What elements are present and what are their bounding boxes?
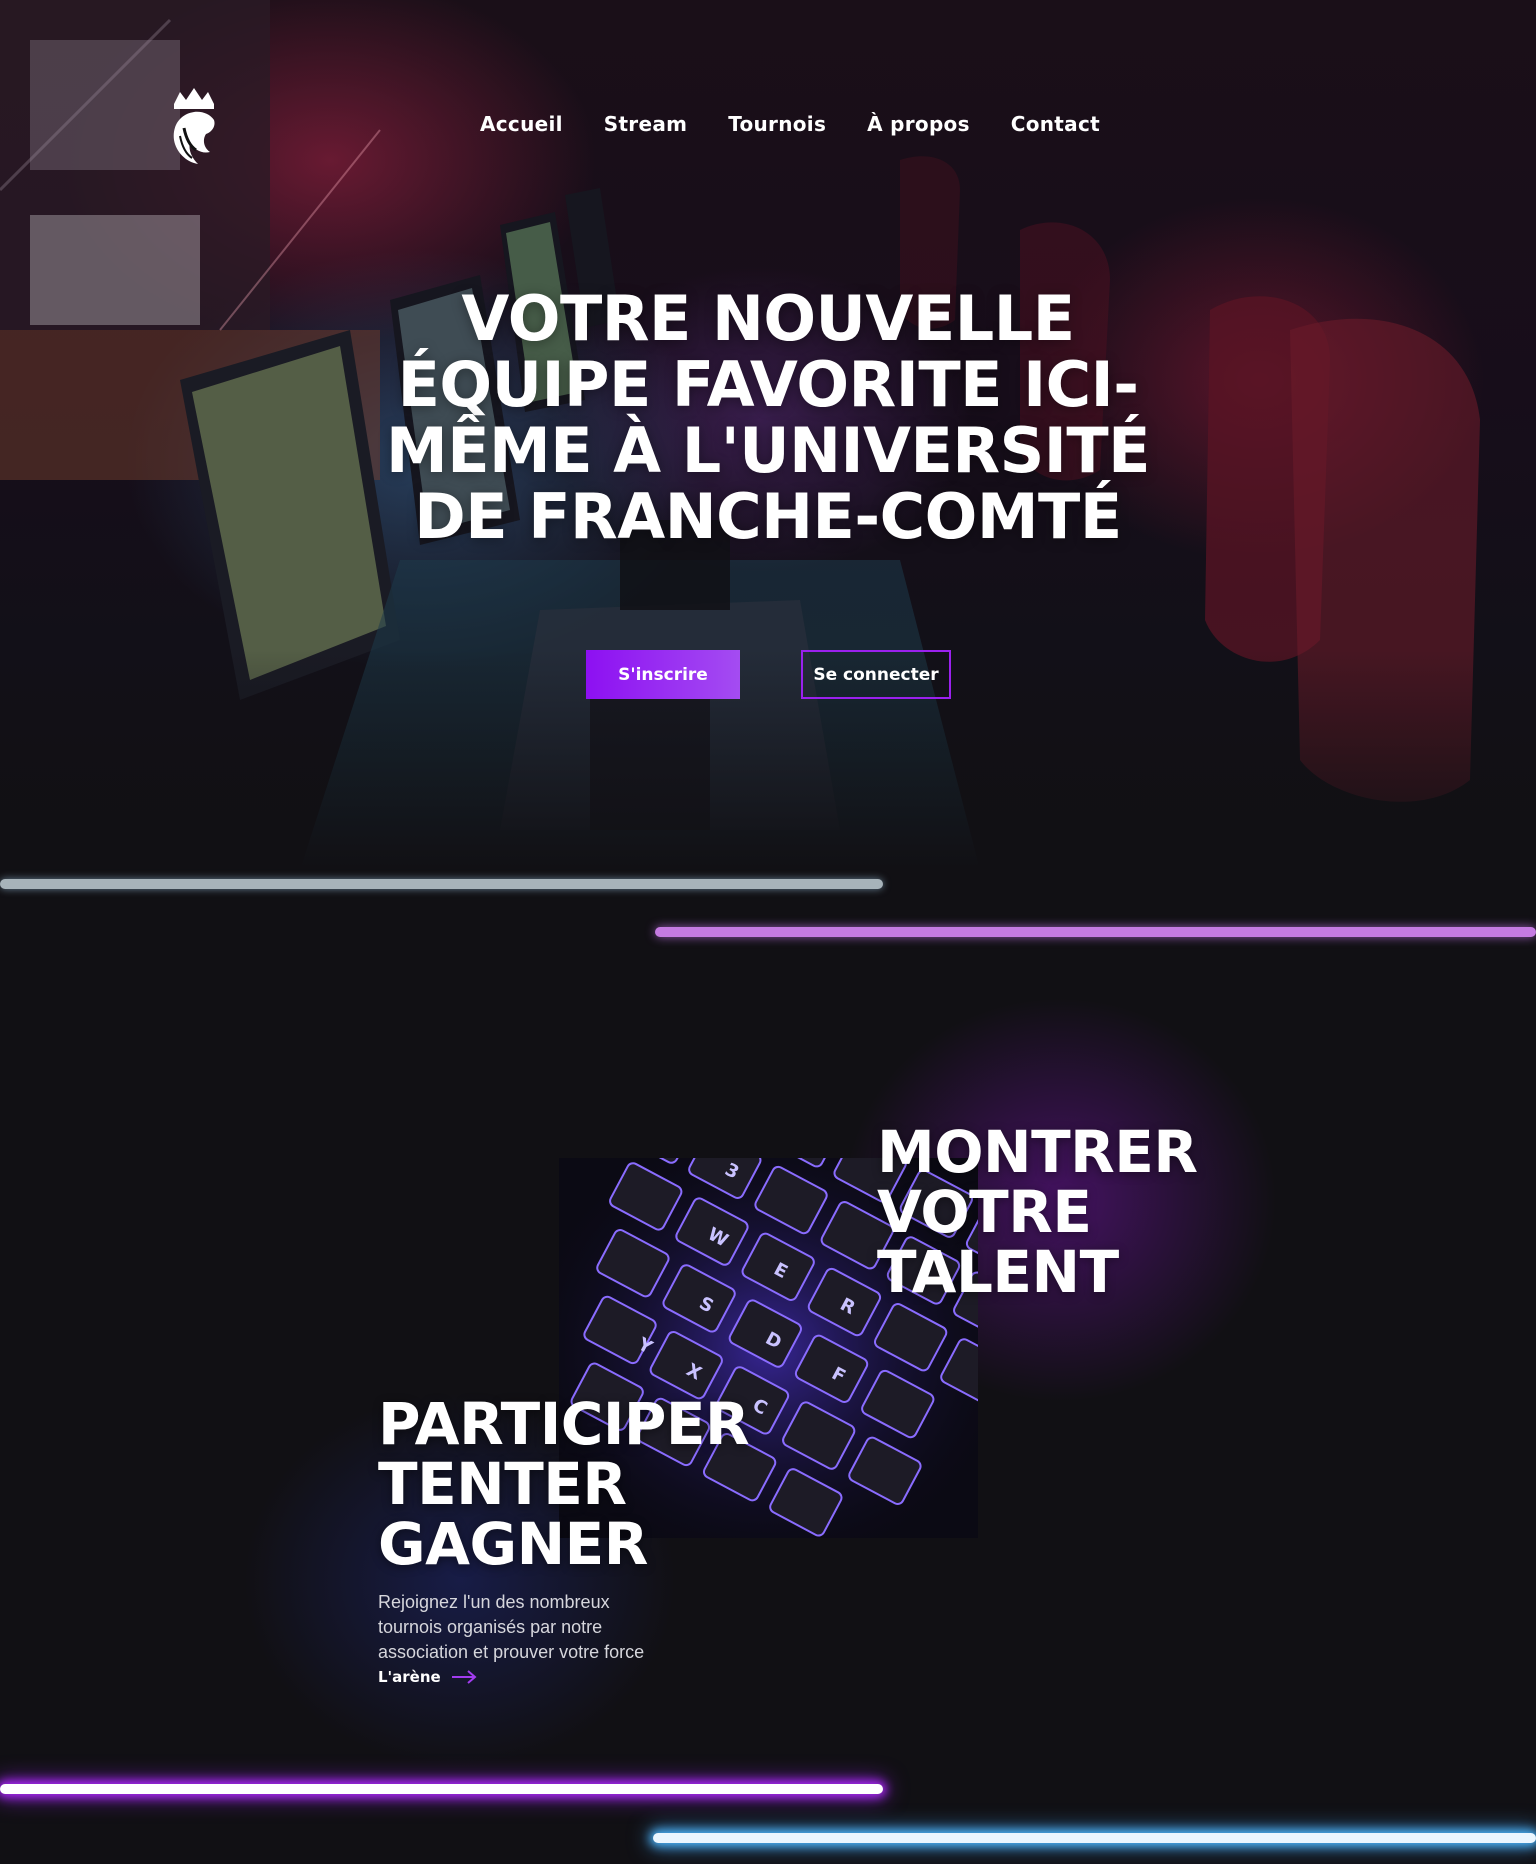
arrow-right-icon bbox=[451, 1670, 477, 1684]
talent-title-line-2: VOTRE bbox=[877, 1178, 1092, 1246]
compete-title-line-2: TENTER bbox=[378, 1450, 627, 1518]
hero-title: Votre nouvelle équipe favorite ici-même … bbox=[386, 282, 1151, 553]
signup-button[interactable]: S'inscrire bbox=[586, 650, 740, 699]
nav-accueil[interactable]: Accueil bbox=[480, 112, 563, 136]
compete-description: Rejoignez l'un des nombreux tournois org… bbox=[378, 1590, 678, 1665]
talent-title: MONTRER VOTRE TALENT bbox=[877, 1122, 1198, 1302]
description-line-2: tournois organisés par notre bbox=[378, 1617, 603, 1637]
login-button[interactable]: Se connecter bbox=[801, 650, 951, 699]
hero-section: Accueil Stream Tournois À propos Contact… bbox=[0, 0, 1536, 870]
compete-title-line-1: PARTICIPER bbox=[378, 1390, 750, 1458]
neon-divider-gray bbox=[0, 879, 883, 889]
nav-stream[interactable]: Stream bbox=[604, 112, 688, 136]
logo-mark bbox=[173, 88, 215, 164]
crowned-lion-icon[interactable] bbox=[168, 88, 220, 168]
neon-divider-purple-bright bbox=[0, 1784, 883, 1794]
talent-title-line-1: MONTRER bbox=[877, 1118, 1198, 1186]
arena-link-label: L'arène bbox=[378, 1668, 441, 1686]
talent-title-line-3: TALENT bbox=[877, 1238, 1119, 1306]
main-nav: Accueil Stream Tournois À propos Contact bbox=[480, 112, 1100, 136]
nav-tournois[interactable]: Tournois bbox=[728, 112, 826, 136]
description-line-3: association et prouver votre force bbox=[378, 1642, 645, 1662]
description-line-1: Rejoignez l'un des nombreux bbox=[378, 1592, 610, 1612]
neon-divider-blue bbox=[653, 1833, 1536, 1843]
compete-title: PARTICIPER TENTER GAGNER bbox=[378, 1394, 750, 1574]
hero-bottom-fade bbox=[0, 650, 1536, 870]
nav-a-propos[interactable]: À propos bbox=[867, 112, 970, 136]
neon-divider-purple bbox=[655, 927, 1536, 937]
compete-title-line-3: GAGNER bbox=[378, 1510, 648, 1578]
nav-contact[interactable]: Contact bbox=[1011, 112, 1100, 136]
arena-link[interactable]: L'arène bbox=[378, 1668, 477, 1686]
